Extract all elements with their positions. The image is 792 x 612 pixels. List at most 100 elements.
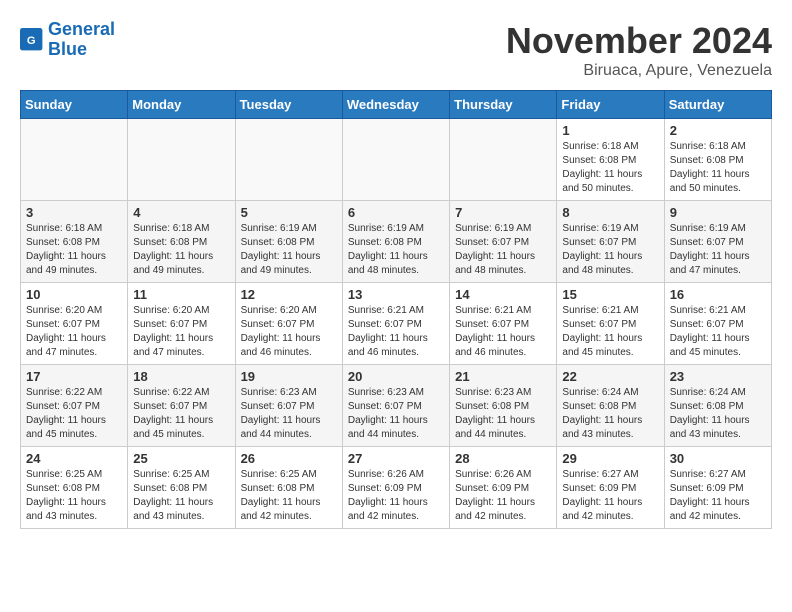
calendar-cell: 26Sunrise: 6:25 AM Sunset: 6:08 PM Dayli… [235,447,342,529]
title-block: November 2024 Biruaca, Apure, Venezuela [506,20,772,80]
day-number: 15 [562,287,658,302]
day-info: Sunrise: 6:21 AM Sunset: 6:07 PM Dayligh… [455,304,551,360]
weekday-header-row: SundayMondayTuesdayWednesdayThursdayFrid… [21,91,772,119]
calendar-cell: 1 Sunrise: 6:18 AM Sunset: 6:08 PM Daylig… [557,119,664,201]
calendar-cell: 30 Sunrise: 6:27 AM Sunset: 6:09 PM Dayli… [664,447,771,529]
day-number: 20 [348,369,444,384]
day-number: 3 [26,205,122,220]
day-info: Sunrise: 6:21 AM Sunset: 6:07 PM Dayligh… [670,304,766,360]
day-number: 10 [26,287,122,302]
calendar-cell: 25 Sunrise: 6:25 AM Sunset: 6:08 PM Dayli… [128,447,235,529]
calendar-cell: 4Sunrise: 6:18 AM Sunset: 6:08 PM Daylig… [128,201,235,283]
day-info: Sunrise: 6:22 AM Sunset: 6:07 PM Dayligh… [26,386,122,442]
calendar-cell: 27 Sunrise: 6:26 AM Sunset: 6:09 PM Dayli… [342,447,449,529]
weekday-header-wednesday: Wednesday [342,91,449,119]
day-number: 30 [670,451,766,466]
day-number: 22 [562,369,658,384]
weekday-header-thursday: Thursday [450,91,557,119]
day-number: 5 [241,205,337,220]
day-number: 18 [133,369,229,384]
day-number: 7 [455,205,551,220]
calendar-cell: 23Sunrise: 6:24 AM Sunset: 6:08 PM Dayli… [664,365,771,447]
day-number: 4 [133,205,229,220]
day-info: Sunrise: 6:19 AM Sunset: 6:07 PM Dayligh… [455,222,551,278]
day-number: 8 [562,205,658,220]
calendar-cell [235,119,342,201]
calendar-cell: 10 Sunrise: 6:20 AM Sunset: 6:07 PM Dayli… [21,283,128,365]
weekday-header-tuesday: Tuesday [235,91,342,119]
day-number: 24 [26,451,122,466]
page-header: G General Blue November 2024 Biruaca, Ap… [20,20,772,80]
calendar-cell: 20 Sunrise: 6:23 AM Sunset: 6:07 PM Dayli… [342,365,449,447]
weekday-header-saturday: Saturday [664,91,771,119]
calendar-cell: 6Sunrise: 6:19 AM Sunset: 6:08 PM Daylig… [342,201,449,283]
day-number: 16 [670,287,766,302]
day-info: Sunrise: 6:18 AM Sunset: 6:08 PM Dayligh… [562,140,658,196]
day-number: 11 [133,287,229,302]
calendar-cell: 11 Sunrise: 6:20 AM Sunset: 6:07 PM Dayli… [128,283,235,365]
calendar-cell: 18 Sunrise: 6:22 AM Sunset: 6:07 PM Dayli… [128,365,235,447]
day-info: Sunrise: 6:25 AM Sunset: 6:08 PM Dayligh… [26,468,122,524]
calendar-cell: 21 Sunrise: 6:23 AM Sunset: 6:08 PM Dayli… [450,365,557,447]
calendar-cell: 8 Sunrise: 6:19 AM Sunset: 6:07 PM Daylig… [557,201,664,283]
calendar-cell [342,119,449,201]
day-info: Sunrise: 6:27 AM Sunset: 6:09 PM Dayligh… [562,468,658,524]
day-info: Sunrise: 6:21 AM Sunset: 6:07 PM Dayligh… [348,304,444,360]
day-info: Sunrise: 6:26 AM Sunset: 6:09 PM Dayligh… [348,468,444,524]
logo: G General Blue [20,20,115,60]
weekday-header-friday: Friday [557,91,664,119]
day-info: Sunrise: 6:25 AM Sunset: 6:08 PM Dayligh… [133,468,229,524]
month-title: November 2024 [506,20,772,62]
day-number: 23 [670,369,766,384]
day-number: 25 [133,451,229,466]
day-info: Sunrise: 6:20 AM Sunset: 6:07 PM Dayligh… [133,304,229,360]
calendar-cell: 12Sunrise: 6:20 AM Sunset: 6:07 PM Dayli… [235,283,342,365]
day-number: 17 [26,369,122,384]
day-number: 1 [562,123,658,138]
day-info: Sunrise: 6:19 AM Sunset: 6:08 PM Dayligh… [241,222,337,278]
calendar-cell [21,119,128,201]
logo-line1: General [48,19,115,39]
calendar-cell: 5 Sunrise: 6:19 AM Sunset: 6:08 PM Daylig… [235,201,342,283]
calendar-cell: 7 Sunrise: 6:19 AM Sunset: 6:07 PM Daylig… [450,201,557,283]
day-info: Sunrise: 6:22 AM Sunset: 6:07 PM Dayligh… [133,386,229,442]
day-number: 2 [670,123,766,138]
day-info: Sunrise: 6:23 AM Sunset: 6:07 PM Dayligh… [348,386,444,442]
day-number: 14 [455,287,551,302]
day-info: Sunrise: 6:23 AM Sunset: 6:08 PM Dayligh… [455,386,551,442]
day-info: Sunrise: 6:19 AM Sunset: 6:07 PM Dayligh… [562,222,658,278]
day-info: Sunrise: 6:20 AM Sunset: 6:07 PM Dayligh… [241,304,337,360]
calendar-cell: 17 Sunrise: 6:22 AM Sunset: 6:07 PM Dayli… [21,365,128,447]
day-info: Sunrise: 6:25 AM Sunset: 6:08 PM Dayligh… [241,468,337,524]
calendar-cell: 2Sunrise: 6:18 AM Sunset: 6:08 PM Daylig… [664,119,771,201]
calendar-cell: 28 Sunrise: 6:26 AM Sunset: 6:09 PM Dayli… [450,447,557,529]
weekday-header-sunday: Sunday [21,91,128,119]
day-info: Sunrise: 6:18 AM Sunset: 6:08 PM Dayligh… [26,222,122,278]
calendar-cell: 14 Sunrise: 6:21 AM Sunset: 6:07 PM Dayli… [450,283,557,365]
calendar-cell: 9Sunrise: 6:19 AM Sunset: 6:07 PM Daylig… [664,201,771,283]
day-info: Sunrise: 6:27 AM Sunset: 6:09 PM Dayligh… [670,468,766,524]
calendar-cell: 29 Sunrise: 6:27 AM Sunset: 6:09 PM Dayli… [557,447,664,529]
day-number: 27 [348,451,444,466]
day-number: 29 [562,451,658,466]
location-subtitle: Biruaca, Apure, Venezuela [506,62,772,80]
svg-text:G: G [27,35,36,47]
day-number: 9 [670,205,766,220]
week-row-1: 1 Sunrise: 6:18 AM Sunset: 6:08 PM Daylig… [21,119,772,201]
day-info: Sunrise: 6:26 AM Sunset: 6:09 PM Dayligh… [455,468,551,524]
day-number: 19 [241,369,337,384]
logo-line2: Blue [48,39,87,59]
week-row-3: 10 Sunrise: 6:20 AM Sunset: 6:07 PM Dayli… [21,283,772,365]
day-info: Sunrise: 6:24 AM Sunset: 6:08 PM Dayligh… [562,386,658,442]
day-number: 28 [455,451,551,466]
calendar-cell: 15Sunrise: 6:21 AM Sunset: 6:07 PM Dayli… [557,283,664,365]
day-info: Sunrise: 6:20 AM Sunset: 6:07 PM Dayligh… [26,304,122,360]
day-info: Sunrise: 6:23 AM Sunset: 6:07 PM Dayligh… [241,386,337,442]
calendar-table: SundayMondayTuesdayWednesdayThursdayFrid… [20,90,772,529]
logo-icon: G [20,28,44,52]
week-row-4: 17 Sunrise: 6:22 AM Sunset: 6:07 PM Dayli… [21,365,772,447]
calendar-cell [128,119,235,201]
calendar-cell: 13Sunrise: 6:21 AM Sunset: 6:07 PM Dayli… [342,283,449,365]
calendar-cell: 22 Sunrise: 6:24 AM Sunset: 6:08 PM Dayli… [557,365,664,447]
day-number: 21 [455,369,551,384]
